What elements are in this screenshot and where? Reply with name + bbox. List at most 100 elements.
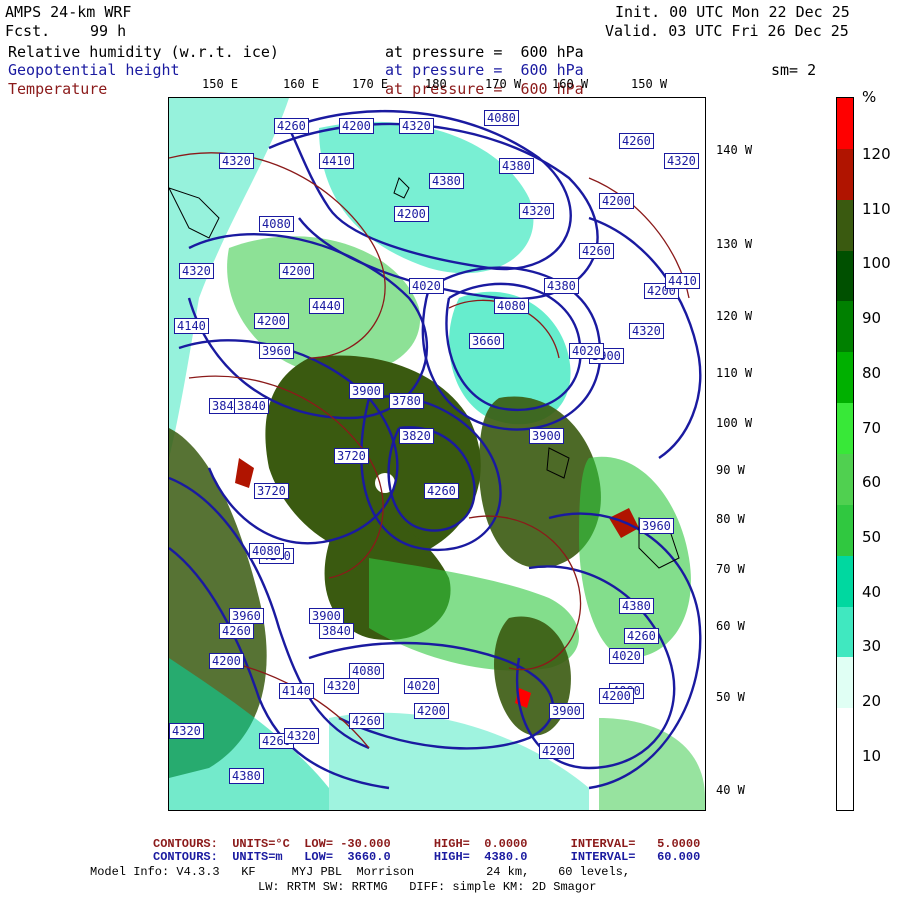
smoothing-label: sm= 2 [771, 61, 817, 79]
lat-label: 120 W [716, 309, 753, 323]
colorbar-label: 100 [862, 254, 891, 273]
valid-time: Valid. 03 UTC Fri 26 Dec 25 [605, 22, 849, 40]
colorbar [836, 97, 854, 811]
colorbar-label: 60 [862, 473, 882, 492]
height-contour-label: 4080 [494, 298, 529, 314]
height-contour-label: 4200 [414, 703, 449, 719]
height-contour-label: 3780 [389, 393, 424, 409]
lon-label: 170 W [485, 77, 522, 91]
colorbar-label: 50 [862, 527, 882, 546]
lon-label: 150 W [631, 77, 668, 91]
colorbar-label: 80 [862, 363, 882, 382]
colorbar-label: 20 [862, 692, 882, 710]
lat-label: 100 W [716, 416, 753, 430]
height-contour-label: 4140 [174, 318, 209, 334]
height-contour-label: 4080 [349, 663, 384, 679]
height-contour-label: 4410 [665, 273, 700, 289]
colorbar-label: 10 [862, 746, 882, 765]
height-contour-label: 4200 [599, 688, 634, 704]
height-contour-label: 3960 [229, 608, 264, 624]
height-contour-label: 4200 [599, 193, 634, 209]
colorbar-segment [837, 504, 853, 557]
height-contour-label: 4380 [429, 173, 464, 189]
height-contour-label: 4020 [569, 343, 604, 359]
colorbar-label: 110 [862, 199, 891, 218]
field-rh-name: Relative humidity (w.r.t. ice) [8, 43, 279, 61]
lat-label: 70 W [716, 562, 745, 576]
lat-label: 140 W [716, 143, 753, 157]
colorbar-label: 70 [862, 418, 882, 437]
map-panel: 4260 4200 4320 4080 4320 4410 4380 4260 4320 4380… [168, 97, 706, 811]
lat-label: 130 W [716, 237, 753, 251]
lon-label: 160 W [552, 77, 589, 91]
height-contour-label: 4320 [399, 118, 434, 134]
height-contour-label: 4380 [544, 278, 579, 294]
height-contour-label: 4380 [499, 158, 534, 174]
height-contour-label: 3900 [349, 383, 384, 399]
height-contour-label: 3960 [639, 518, 674, 534]
height-contour-label: 3840 [234, 398, 269, 414]
height-contour-label: 4320 [664, 153, 699, 169]
height-contour-label: 4200 [394, 206, 429, 222]
lat-label: 110 W [716, 366, 753, 380]
height-contour-label: 4080 [259, 216, 294, 232]
colorbar-segment [837, 454, 853, 506]
height-contour-label: 3840 [319, 623, 354, 639]
height-contour-label: 4260 [579, 243, 614, 259]
height-contour-label: 4260 [619, 133, 654, 149]
height-contour-label: 3900 [549, 703, 584, 719]
lat-label: 80 W [716, 512, 745, 526]
height-contour-label: 4380 [229, 768, 264, 784]
height-contour-label: 4380 [619, 598, 654, 614]
height-contour-label: 3720 [334, 448, 369, 464]
colorbar-segment [837, 606, 853, 658]
colorbar-segment [837, 98, 853, 150]
height-contour-label: 4200 [254, 313, 289, 329]
lat-label: 90 W [716, 463, 745, 477]
colorbar-segment [837, 250, 853, 302]
height-contour-label: 3820 [399, 428, 434, 444]
footer-physics-info: LW: RRTM SW: RRTMG DIFF: simple KM: 2D S… [258, 880, 597, 894]
height-contour-label: 4140 [279, 683, 314, 699]
height-contour-label: 3960 [259, 343, 294, 359]
colorbar-label: 40 [862, 582, 882, 601]
height-contour-label: 4080 [249, 543, 284, 559]
footer-model-info: Model Info: V4.3.3 KF MYJ PBL Morrison 2… [90, 865, 631, 879]
field-temp-name: Temperature [8, 80, 108, 98]
field-rh-level: at pressure = 600 hPa [385, 43, 584, 61]
height-contour-label: 3720 [254, 483, 289, 499]
height-contour-label: 4200 [209, 653, 244, 669]
fcst-value: 99 h [90, 22, 127, 40]
lat-label: 60 W [716, 619, 745, 633]
height-contour-label: 4320 [284, 728, 319, 744]
init-time: Init. 00 UTC Mon 22 Dec 25 [615, 3, 850, 21]
height-contour-label: 4320 [519, 203, 554, 219]
colorbar-segment [837, 403, 853, 455]
height-contour-label: 4200 [279, 263, 314, 279]
height-contour-label: 4320 [179, 263, 214, 279]
height-contour-label: 4260 [349, 713, 384, 729]
footer-height-contours: CONTOURS: UNITS=m LOW= 3660.0 HIGH= 4380… [153, 850, 701, 864]
height-contour-label: 4260 [219, 623, 254, 639]
height-contour-label: 3900 [529, 428, 564, 444]
colorbar-segment [837, 657, 853, 709]
height-contour-label: 4260 [424, 483, 459, 499]
height-contour-label: 4320 [324, 678, 359, 694]
colorbar-segment [837, 301, 853, 353]
colorbar-label: 120 [862, 145, 891, 163]
colorbar-label: 30 [862, 637, 882, 656]
colorbar-segment [837, 148, 853, 201]
height-contour-label: 4320 [629, 323, 664, 339]
colorbar-segment [837, 199, 853, 252]
lat-label: 50 W [716, 690, 745, 704]
height-contour-label: 4260 [624, 628, 659, 644]
lon-label: 180 [425, 77, 447, 91]
colorbar-segment [837, 759, 853, 811]
height-contour-label: 4020 [609, 648, 644, 664]
height-contour-label: 3900 [309, 608, 344, 624]
height-contour-label: 4320 [169, 723, 204, 739]
height-contour-label: 4440 [309, 298, 344, 314]
model-title: AMPS 24-km WRF [5, 3, 132, 21]
lon-label: 160 E [283, 77, 320, 91]
lon-label: 170 E [352, 77, 389, 91]
